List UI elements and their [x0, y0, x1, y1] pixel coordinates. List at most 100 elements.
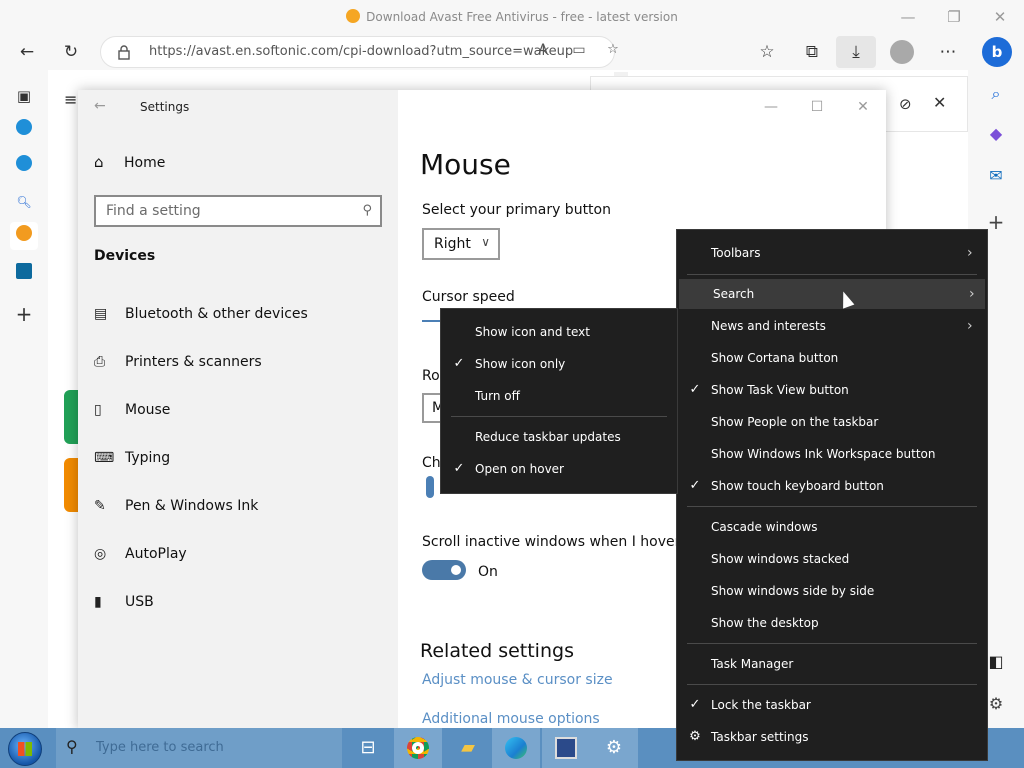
- nav-item-label: USB: [125, 594, 154, 610]
- submenu-separator: [451, 416, 667, 417]
- context-menu-item[interactable]: Task Manager: [677, 649, 987, 679]
- context-menu-item-label: News and interests: [711, 319, 826, 333]
- roll-wheel-dropdown[interactable]: M: [422, 393, 444, 423]
- submenu-item[interactable]: Show icon and text: [441, 317, 677, 347]
- browser-close-button[interactable]: ✕: [978, 4, 1022, 30]
- lines-slider-thumb[interactable]: [426, 476, 434, 498]
- tab-edge-2[interactable]: [10, 152, 38, 180]
- settings-close-button[interactable]: ✕: [840, 90, 886, 124]
- nav-item-pen[interactable]: ✎ Pen & Windows Ink: [94, 498, 258, 514]
- profile-avatar[interactable]: [890, 40, 914, 64]
- context-menu-separator: [687, 684, 977, 685]
- settings-gear-icon[interactable]: ⚙: [590, 728, 638, 768]
- browser-restore-button[interactable]: ❐: [932, 4, 976, 30]
- tab-edge-1[interactable]: [10, 116, 38, 144]
- favorites-icon[interactable]: ☆: [752, 37, 782, 67]
- primary-button-dropdown[interactable]: Right ∨: [422, 228, 500, 260]
- download-button-green[interactable]: [64, 390, 78, 444]
- immersive-reader-icon[interactable]: ▭: [567, 42, 591, 58]
- find-setting-input[interactable]: Find a setting ⚲: [94, 195, 382, 227]
- bing-chat-icon[interactable]: b: [982, 37, 1012, 67]
- unpin-icon[interactable]: ⊘: [899, 95, 912, 113]
- new-tab-plus-icon[interactable]: +: [10, 300, 38, 328]
- edge-vertical-tabs: ▣ 🔍︎ +: [0, 70, 48, 730]
- submenu-item-label: Turn off: [475, 389, 520, 403]
- context-menu-item[interactable]: Show Windows Ink Workspace button: [677, 439, 987, 469]
- taskbar-context-menu: Toolbars › Search › News and interests › Show …: [676, 229, 988, 761]
- nav-category-devices: Devices: [94, 248, 156, 264]
- app-icon[interactable]: [542, 728, 590, 768]
- submenu-item[interactable]: ✓ Open on hover: [441, 454, 677, 484]
- back-arrow-icon[interactable]: ←: [94, 98, 114, 114]
- browser-minimize-button[interactable]: —: [886, 4, 930, 30]
- scroll-inactive-toggle[interactable]: [422, 560, 466, 580]
- sidebar-tools-icon[interactable]: ◆: [982, 120, 1010, 148]
- context-menu-item[interactable]: Search ›: [679, 279, 985, 309]
- add-favorite-icon[interactable]: ☆: [601, 42, 625, 57]
- nav-item-bluetooth[interactable]: ▤ Bluetooth & other devices: [94, 306, 308, 322]
- tab-avast-active[interactable]: [10, 222, 38, 250]
- settings-maximize-button[interactable]: ☐: [794, 90, 840, 124]
- tab-actions-icon[interactable]: ▣: [10, 82, 38, 110]
- downloads-button[interactable]: ⤓: [836, 36, 876, 68]
- submenu-item[interactable]: ✓ Show icon only: [441, 349, 677, 379]
- additional-mouse-options-link[interactable]: Additional mouse options: [422, 711, 600, 727]
- url-text[interactable]: https://avast.en.softonic.com/cpi-downlo…: [149, 44, 573, 59]
- nav-item-autoplay[interactable]: ◎ AutoPlay: [94, 546, 187, 562]
- start-button[interactable]: [8, 732, 42, 766]
- nav-item-label: Bluetooth & other devices: [125, 306, 308, 322]
- nav-home[interactable]: ⌂ Home: [94, 153, 165, 171]
- context-menu-item[interactable]: ⚙ Taskbar settings: [677, 722, 987, 752]
- chrome-icon[interactable]: [394, 728, 442, 768]
- sidebar-search-icon[interactable]: ⌕: [982, 80, 1010, 108]
- edge-icon[interactable]: [492, 728, 540, 768]
- download-button-orange[interactable]: [64, 458, 78, 512]
- browser-toolbar: ← ↻ https://avast.en.softonic.com/cpi-do…: [0, 34, 1024, 70]
- context-menu-item[interactable]: Show Cortana button: [677, 343, 987, 373]
- chevron-down-icon: ∨: [481, 235, 490, 249]
- context-menu-item[interactable]: ✓ Show touch keyboard button: [677, 471, 987, 501]
- taskbar-search-box[interactable]: ⚲ Type here to search: [56, 728, 342, 768]
- nav-item-printers[interactable]: ⎙ Printers & scanners: [94, 354, 262, 370]
- context-menu-item[interactable]: Show windows stacked: [677, 544, 987, 574]
- edge-logo-icon: [16, 155, 32, 171]
- context-menu-item[interactable]: ✓ Show Task View button: [677, 375, 987, 405]
- context-menu-item[interactable]: Cascade windows: [677, 512, 987, 542]
- task-view-icon[interactable]: ⊟: [344, 728, 392, 768]
- context-menu-item-label: Taskbar settings: [711, 730, 809, 744]
- adjust-mouse-cursor-link[interactable]: Adjust mouse & cursor size: [422, 672, 613, 688]
- nav-item-usb[interactable]: ▮ USB: [94, 594, 154, 610]
- outlook-icon[interactable]: ✉: [982, 162, 1010, 190]
- close-panel-icon[interactable]: ✕: [933, 93, 946, 112]
- primary-button-value: Right: [434, 236, 471, 252]
- find-setting-placeholder: Find a setting: [106, 203, 201, 219]
- context-menu-item[interactable]: Show windows side by side: [677, 576, 987, 606]
- tab-app[interactable]: [10, 260, 38, 288]
- context-menu-item-label: Show windows stacked: [711, 552, 850, 566]
- collections-icon[interactable]: ⧉: [797, 37, 827, 67]
- nav-item-mouse[interactable]: ▯ Mouse: [94, 402, 170, 418]
- context-menu-item[interactable]: Show the desktop: [677, 608, 987, 638]
- context-menu-item[interactable]: ✓ Lock the taskbar: [677, 690, 987, 720]
- nav-item-typing[interactable]: ⌨ Typing: [94, 450, 170, 466]
- context-menu-separator: [687, 274, 977, 275]
- settings-minimize-button[interactable]: —: [748, 90, 794, 124]
- toggle-knob: [451, 565, 461, 575]
- context-menu-item[interactable]: News and interests ›: [677, 311, 987, 341]
- submenu-item[interactable]: Reduce taskbar updates: [441, 422, 677, 452]
- chevron-right-icon: ›: [967, 318, 973, 334]
- checkmark-icon: ✓: [689, 382, 701, 397]
- refresh-icon[interactable]: ↻: [56, 37, 86, 67]
- hamburger-menu-icon[interactable]: ≡: [64, 90, 77, 109]
- context-menu-item[interactable]: Show People on the taskbar: [677, 407, 987, 437]
- more-menu-icon[interactable]: ⋯: [933, 37, 963, 67]
- autoplay-icon: ◎: [94, 546, 107, 562]
- context-menu-item[interactable]: Toolbars ›: [677, 238, 987, 268]
- read-aloud-icon[interactable]: A: [531, 42, 555, 58]
- gear-icon: ⚙: [689, 729, 701, 744]
- submenu-item[interactable]: Turn off: [441, 381, 677, 411]
- tab-search[interactable]: 🔍︎: [10, 188, 38, 216]
- address-bar[interactable]: https://avast.en.softonic.com/cpi-downlo…: [100, 36, 619, 68]
- file-explorer-icon[interactable]: ▰: [444, 728, 492, 768]
- back-arrow-icon[interactable]: ←: [12, 37, 42, 67]
